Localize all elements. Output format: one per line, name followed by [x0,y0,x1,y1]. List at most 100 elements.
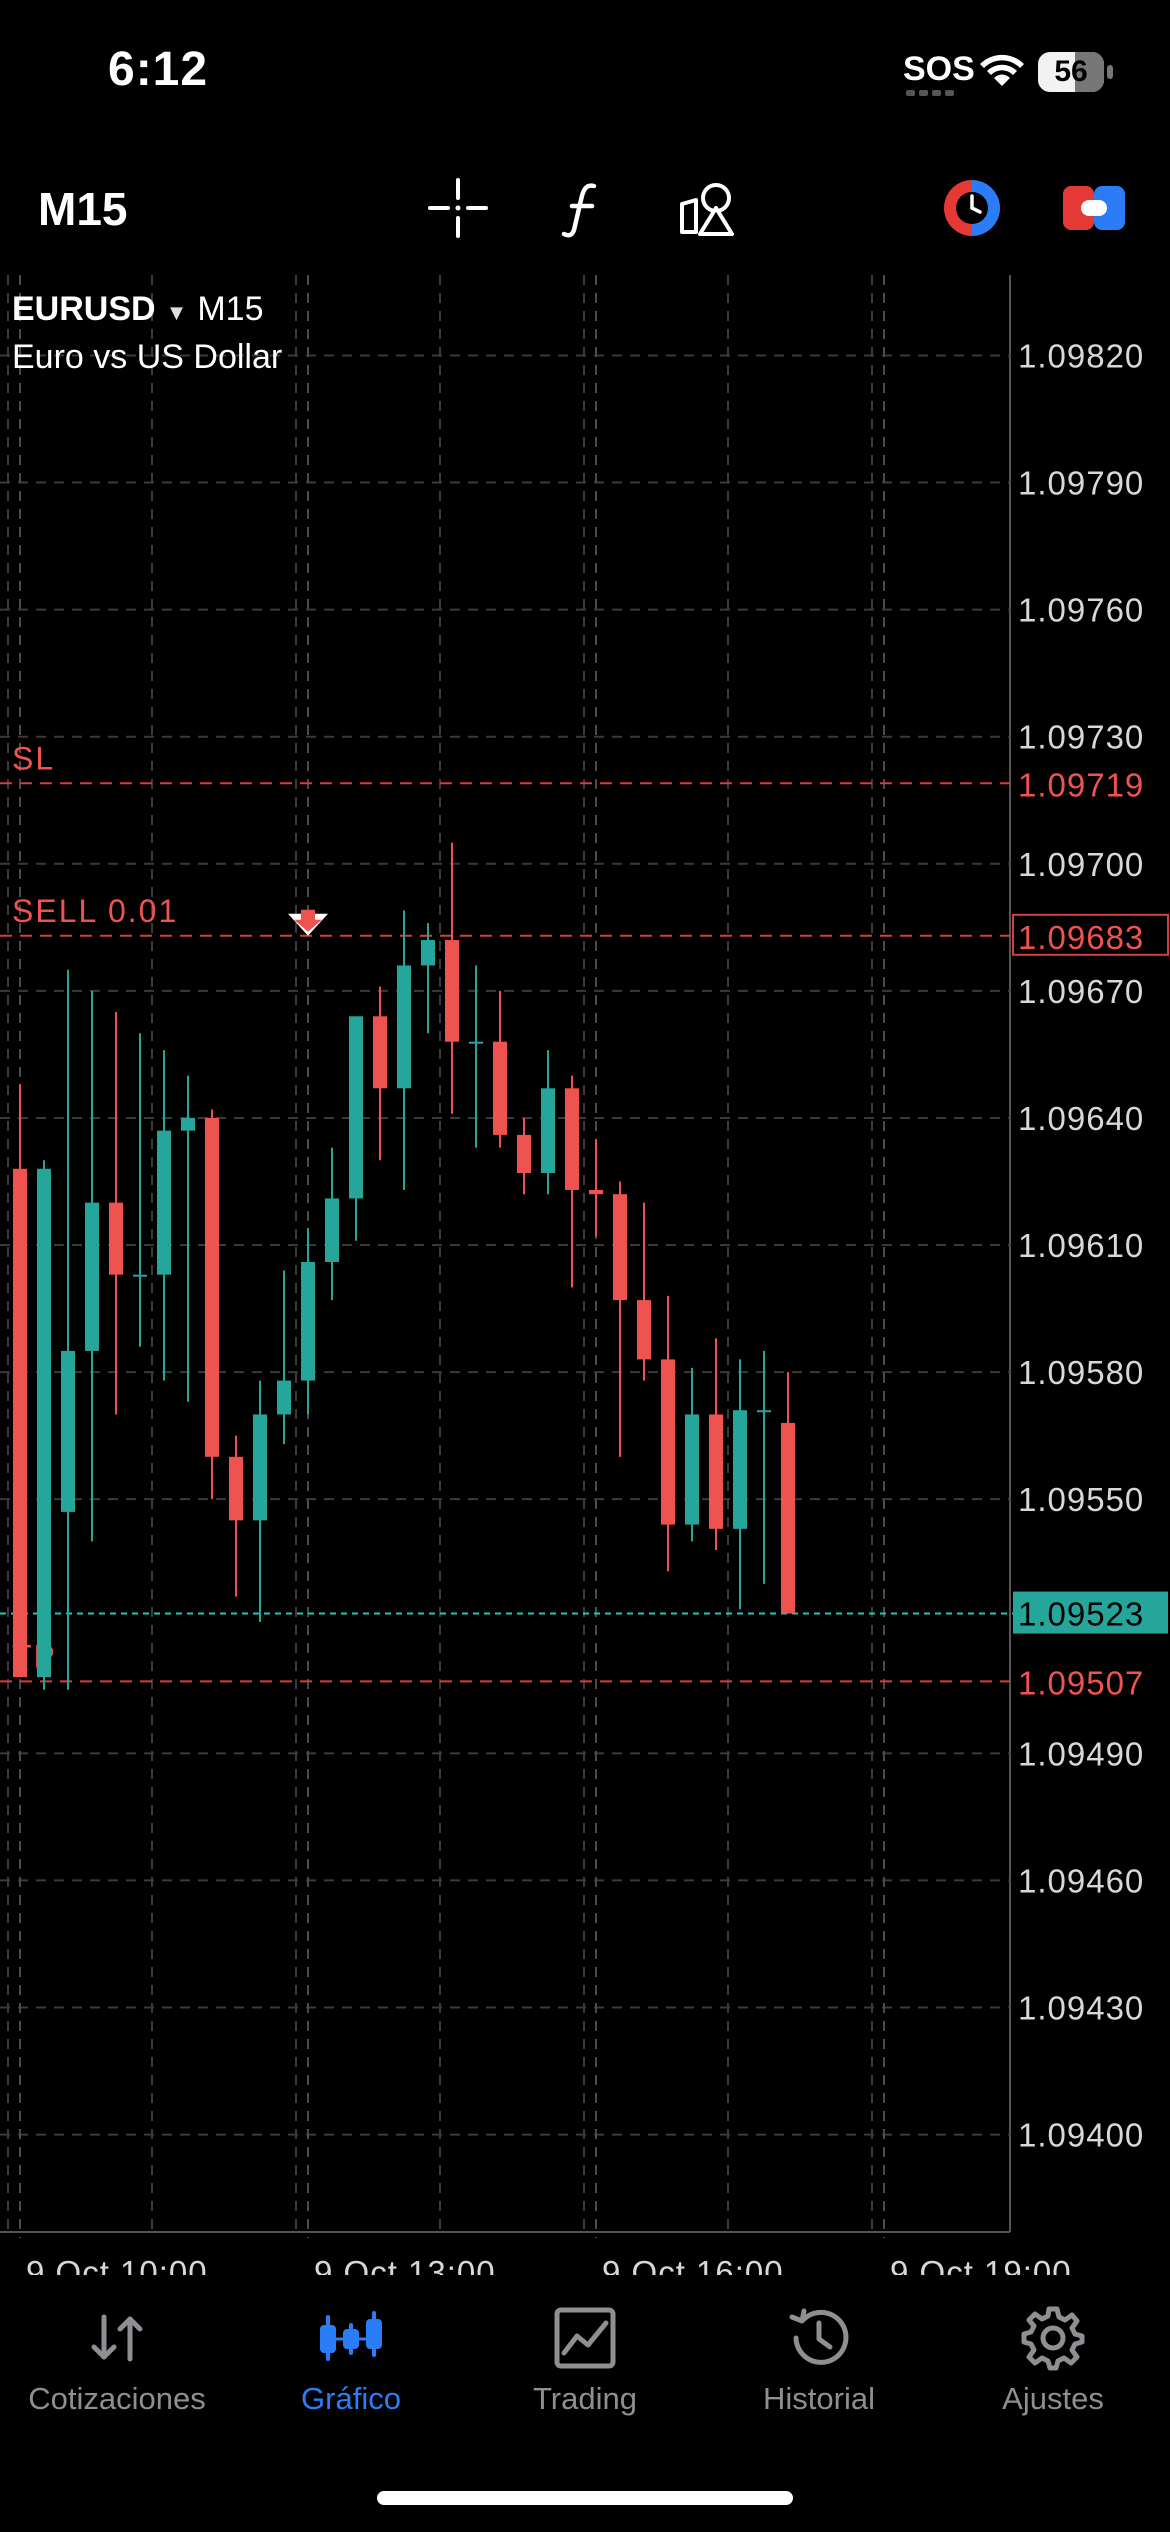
bear-candle [13,1168,27,1678]
battery-level-text: 56 [1054,55,1088,88]
bid-price-label: 1.09523 [1018,1596,1144,1633]
bull-candle [85,1202,99,1351]
bull-candle [757,1410,771,1413]
symbol-dropdown-icon[interactable]: ▼ [166,291,188,335]
price-tick-label: 1.09820 [1018,337,1144,374]
bear-candle [709,1414,723,1529]
trade-toggle-button[interactable] [1054,168,1134,248]
bull-candle [541,1088,555,1174]
bear-candle [205,1117,219,1457]
crosshair-icon [428,178,488,238]
bull-candle [157,1130,171,1275]
price-tick-label: 1.09580 [1018,1354,1144,1391]
bull-candle [349,1016,363,1199]
bull-candle [397,965,411,1089]
bull-candle [733,1410,747,1529]
bear-candle [229,1456,243,1521]
cellular-signal-icon [906,90,956,96]
home-indicator [377,2491,793,2505]
symbol-description: Euro vs US Dollar [12,338,283,376]
trading-chart-icon [554,2307,616,2369]
price-tick-label: 1.09670 [1018,973,1144,1010]
tab-trading[interactable]: Trading [468,2285,702,2435]
bear-candle [373,1016,387,1089]
bear-candle [493,1041,507,1135]
status-bar: 6:12 SOS 56 [0,0,1170,150]
bull-candle [277,1380,291,1415]
battery-icon: 56 [1038,52,1114,92]
time-tick-label: 9 Oct 16:00 [602,2254,784,2275]
bear-candle [637,1300,651,1360]
trade-toggle-icon [1063,186,1125,230]
one-click-trading-button[interactable] [932,168,1012,248]
bottom-tab-bar: Cotizaciones Gráfico Trading Historial A… [0,2285,1170,2435]
one-click-trading-icon [944,180,1000,236]
chart-toolbar: M15 [0,160,1170,270]
price-tick-label: 1.09730 [1018,719,1144,756]
tab-label: Historial [763,2381,875,2416]
tab-label: Gráfico [301,2381,401,2416]
bear-candle [589,1189,603,1195]
tab-label: Ajustes [1002,2381,1104,2416]
wifi-icon [980,54,1024,86]
tab-label: Cotizaciones [28,2381,206,2416]
tab-grafico[interactable]: Gráfico [234,2285,468,2435]
sell-arrow-icon [294,909,322,932]
bull-candle [301,1261,315,1381]
indicator-function-icon [561,183,597,238]
price-tick-label: 1.09400 [1018,2117,1144,2154]
time-tick-label: 9 Oct 13:00 [314,2254,496,2275]
objects-button[interactable] [668,168,748,248]
bear-candle [517,1134,531,1174]
order-level-label: SELL 0.01 [12,893,178,929]
price-chart[interactable]: SL 1.09719 SELL 0.01 1.09683 TP 1.09507 1.098… [0,275,1170,2275]
bull-candle [469,1041,483,1044]
status-sos-text: SOS [903,50,975,88]
order-price-label: 1.09683 [1018,919,1144,956]
symbol-info[interactable]: EURUSD ▼ M15 Euro vs US Dollar [12,287,282,379]
indicators-button[interactable] [542,168,622,248]
chart-candles-icon [320,2311,382,2361]
tab-ajustes[interactable]: Ajustes [936,2285,1170,2435]
tab-historial[interactable]: Historial [702,2285,936,2435]
symbol-timeframe: M15 [197,290,264,328]
price-tick-label: 1.09550 [1018,1481,1144,1518]
bull-candle [253,1414,267,1521]
status-time: 6:12 [108,43,209,96]
time-tick-label: 9 Oct 19:00 [890,2254,1072,2275]
symbol-name[interactable]: EURUSD [12,287,156,331]
crosshair-button[interactable] [418,168,498,248]
price-tick-label: 1.09760 [1018,592,1144,629]
time-tick-label: 9 Oct 10:00 [26,2254,208,2275]
bear-candle [565,1088,579,1190]
bull-candle [61,1350,75,1512]
price-tick-label: 1.09430 [1018,1989,1144,2026]
bull-candle [133,1274,147,1277]
order-price-label: 1.09507 [1018,1664,1144,1701]
price-tick-label: 1.09610 [1018,1227,1144,1264]
bear-candle [781,1422,795,1614]
timeframe-selector[interactable]: M15 [38,182,127,236]
price-tick-label: 1.09790 [1018,465,1144,502]
history-clock-icon [789,2308,849,2365]
bear-candle [661,1359,675,1525]
bear-candle [613,1194,627,1301]
bull-candle [685,1414,699,1525]
bull-candle [37,1168,51,1678]
tab-label: Trading [533,2381,637,2416]
settings-gear-icon [1021,2306,1085,2371]
order-level-label: SL [12,740,55,776]
order-price-label: 1.09719 [1018,766,1144,803]
drawing-objects-icon [680,183,734,236]
quotes-arrows-icon [91,2314,143,2362]
tab-cotizaciones[interactable]: Cotizaciones [0,2285,234,2435]
price-tick-label: 1.09460 [1018,1862,1144,1899]
price-tick-label: 1.09700 [1018,846,1144,883]
bull-candle [181,1117,195,1131]
price-tick-label: 1.09640 [1018,1100,1144,1137]
bull-candle [421,940,435,966]
bear-candle [109,1202,123,1275]
candlestick-chart[interactable]: SL1.09719SELL 0.011.09683TP1.09507 1.098… [0,275,1170,2275]
bull-candle [325,1198,339,1262]
price-tick-label: 1.09490 [1018,1735,1144,1772]
